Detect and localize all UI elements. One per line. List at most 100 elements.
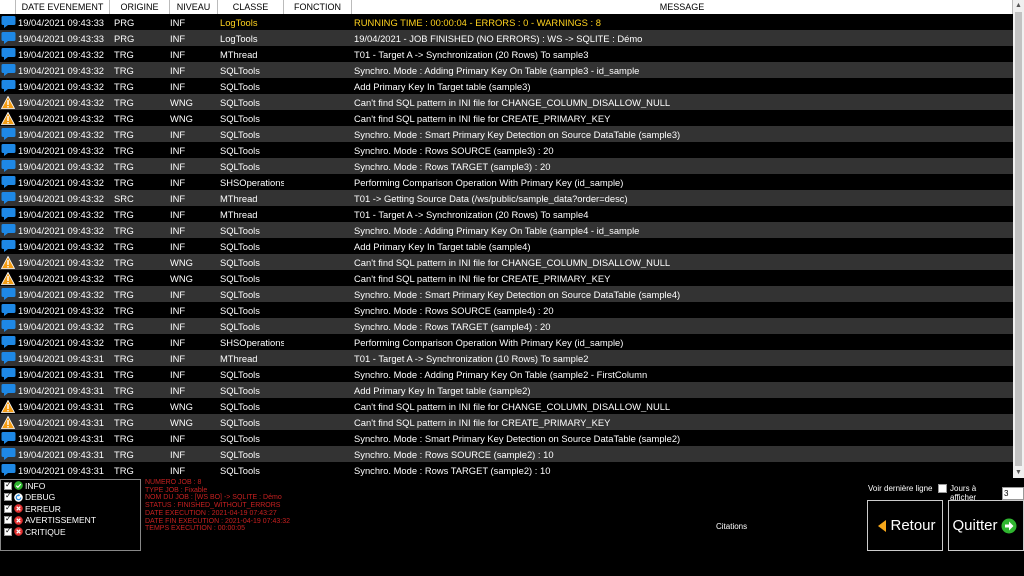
header-message[interactable]: MESSAGE <box>352 0 1013 14</box>
table-row[interactable]: 19/04/2021 09:43:33 PRG INF LogTools RUNNING… <box>0 14 1013 30</box>
table-row[interactable]: 19/04/2021 09:43:32 TRG INF SQLTools Synchro… <box>0 62 1013 78</box>
cell-niveau: INF <box>170 224 186 236</box>
cell-niveau: INF <box>170 128 186 140</box>
table-row[interactable]: 19/04/2021 09:43:31 TRG INF SQLTools Synchro… <box>0 430 1013 446</box>
table-row[interactable]: 19/04/2021 09:43:32 TRG INF SQLTools Synchro… <box>0 142 1013 158</box>
filter-checkbox[interactable] <box>4 480 12 490</box>
cell-message: Synchro. Mode : Rows SOURCE (sample2) : … <box>354 448 554 460</box>
cell-origine: TRG <box>114 96 134 108</box>
table-row[interactable]: 19/04/2021 09:43:32 TRG INF SHSOperations Pe… <box>0 174 1013 190</box>
header-icon-col <box>0 0 16 14</box>
table-row[interactable]: 19/04/2021 09:43:31 TRG WNG SQLTools Can't f… <box>0 398 1013 414</box>
info-bubble-icon <box>0 318 16 334</box>
cell-niveau: INF <box>170 448 186 460</box>
table-row[interactable]: 19/04/2021 09:43:33 PRG INF LogTools 19/04/2… <box>0 30 1013 46</box>
table-row[interactable]: 19/04/2021 09:43:31 TRG INF SQLTools Add Pri… <box>0 382 1013 398</box>
filter-critique[interactable]: CRITIQUE <box>1 526 140 538</box>
days-input[interactable] <box>1002 486 1024 500</box>
cell-message: Add Primary Key In Target table (sample2… <box>354 384 531 396</box>
table-row[interactable]: 19/04/2021 09:43:32 TRG WNG SQLTools Can't f… <box>0 254 1013 270</box>
scroll-up-arrow-icon[interactable]: ▲ <box>1013 0 1024 11</box>
table-row[interactable]: 19/04/2021 09:43:32 TRG INF SQLTools Synchro… <box>0 286 1013 302</box>
cell-niveau: WNG <box>170 96 193 108</box>
table-row[interactable]: 19/04/2021 09:43:32 TRG INF SHSOperations Pe… <box>0 334 1013 350</box>
cell-niveau: INF <box>170 80 186 92</box>
filter-checkbox[interactable] <box>4 491 12 502</box>
last-line-checkbox[interactable] <box>938 484 948 493</box>
table-row[interactable]: 19/04/2021 09:43:32 TRG WNG SQLTools Can't f… <box>0 94 1013 110</box>
filter-info[interactable]: INFO <box>1 480 140 492</box>
cell-origine: TRG <box>114 368 134 380</box>
filter-erreur[interactable]: ERREUR <box>1 503 140 515</box>
cell-date: 19/04/2021 09:43:31 <box>18 448 105 460</box>
cell-classe: SQLTools <box>220 240 260 252</box>
cell-date: 19/04/2021 09:43:32 <box>18 224 105 236</box>
cell-origine: TRG <box>114 64 134 76</box>
filter-label: CRITIQUE <box>25 526 66 537</box>
header-niveau[interactable]: NIVEAU <box>170 0 218 14</box>
cell-niveau: INF <box>170 368 186 380</box>
cell-niveau: INF <box>170 336 186 348</box>
quitter-button[interactable]: Quitter <box>948 500 1024 551</box>
info-bubble-icon <box>0 286 16 302</box>
cell-message: Synchro. Mode : Rows TARGET (sample2) : … <box>354 464 551 476</box>
table-row[interactable]: 19/04/2021 09:43:32 TRG INF MThread T01 - Ta… <box>0 206 1013 222</box>
cell-niveau: INF <box>170 240 186 252</box>
table-row[interactable]: 19/04/2021 09:43:32 TRG INF MThread T01 - Ta… <box>0 46 1013 62</box>
table-row[interactable]: 19/04/2021 09:43:31 TRG INF MThread T01 - Ta… <box>0 350 1013 366</box>
cell-classe: SQLTools <box>220 384 260 396</box>
table-row[interactable]: 19/04/2021 09:43:32 TRG INF SQLTools Add Pri… <box>0 78 1013 94</box>
log-grid[interactable]: DATE EVENEMENT ORIGINE NIVEAU CLASSE FON… <box>0 0 1013 478</box>
filter-checkbox[interactable] <box>4 503 12 513</box>
table-row[interactable]: 19/04/2021 09:43:31 TRG WNG SQLTools Can't f… <box>0 414 1013 430</box>
job-info-panel: NUMERO JOB : 8 TYPE JOB : Fixable NOM DU J… <box>145 479 290 533</box>
info-bubble-icon <box>0 78 16 94</box>
scrollbar-thumb[interactable] <box>1015 12 1022 466</box>
filter-avertissement[interactable]: AVERTISSEMENT <box>1 514 140 527</box>
header-classe[interactable]: CLASSE <box>218 0 284 14</box>
filter-debug[interactable]: DEBUG <box>1 491 140 504</box>
table-row[interactable]: 19/04/2021 09:43:31 TRG INF SQLTools Synchro… <box>0 446 1013 462</box>
table-row[interactable]: 19/04/2021 09:43:32 TRG WNG SQLTools Can't f… <box>0 110 1013 126</box>
scroll-down-arrow-icon[interactable]: ▼ <box>1013 467 1024 478</box>
header-fonction[interactable]: FONCTION <box>284 0 352 14</box>
cell-date: 19/04/2021 09:43:32 <box>18 320 105 332</box>
cell-classe: SQLTools <box>220 80 260 92</box>
header-origine[interactable]: ORIGINE <box>110 0 170 14</box>
error-icon <box>14 527 25 537</box>
vertical-scrollbar[interactable]: ▲ ▼ <box>1013 0 1024 478</box>
cell-classe: SQLTools <box>220 128 260 140</box>
filter-checkbox[interactable] <box>4 514 12 525</box>
job-info-line: NOM DU JOB : [WS BO] -> SQLITE : Démo <box>145 494 282 502</box>
cell-classe: SQLTools <box>220 144 260 156</box>
filter-label: DEBUG <box>25 492 56 503</box>
cell-origine: TRG <box>114 48 134 60</box>
table-row[interactable]: 19/04/2021 09:43:32 TRG INF SQLTools Synchro… <box>0 222 1013 238</box>
filter-checkbox[interactable] <box>4 526 12 536</box>
retour-button[interactable]: Retour <box>867 500 943 551</box>
cell-origine: TRG <box>114 288 134 300</box>
cell-date: 19/04/2021 09:43:32 <box>18 64 105 76</box>
header-date[interactable]: DATE EVENEMENT <box>16 0 110 14</box>
table-row[interactable]: 19/04/2021 09:43:31 TRG INF SQLTools Synchro… <box>0 366 1013 382</box>
cell-classe: SQLTools <box>220 64 260 76</box>
table-row[interactable]: 19/04/2021 09:43:32 TRG INF SQLTools Synchro… <box>0 318 1013 334</box>
info-bubble-icon <box>0 430 16 446</box>
table-row[interactable]: 19/04/2021 09:43:32 TRG WNG SQLTools Can't f… <box>0 270 1013 286</box>
cell-message: Can't find SQL pattern in INI file for C… <box>354 416 611 428</box>
grid-body: 19/04/2021 09:43:33 PRG INF LogTools RUNNING… <box>0 14 1013 478</box>
info-bubble-icon <box>0 46 16 62</box>
table-row[interactable]: 19/04/2021 09:43:32 TRG INF SQLTools Add Pri… <box>0 238 1013 254</box>
cell-niveau: INF <box>170 352 186 364</box>
cell-classe: SQLTools <box>220 96 260 108</box>
table-row[interactable]: 19/04/2021 09:43:32 TRG INF SQLTools Synchro… <box>0 302 1013 318</box>
cell-origine: TRG <box>114 304 134 316</box>
table-row[interactable]: 19/04/2021 09:43:32 SRC INF MThread T01 -> G… <box>0 190 1013 206</box>
table-row[interactable]: 19/04/2021 09:43:31 TRG INF SQLTools Synchro… <box>0 462 1013 478</box>
cell-classe: MThread <box>220 192 258 204</box>
table-row[interactable]: 19/04/2021 09:43:32 TRG INF SQLTools Synchro… <box>0 126 1013 142</box>
cell-niveau: INF <box>170 48 186 60</box>
cell-classe: SQLTools <box>220 448 260 460</box>
table-row[interactable]: 19/04/2021 09:43:32 TRG INF SQLTools Synchro… <box>0 158 1013 174</box>
cell-message: Synchro. Mode : Rows SOURCE (sample3) : … <box>354 144 554 156</box>
